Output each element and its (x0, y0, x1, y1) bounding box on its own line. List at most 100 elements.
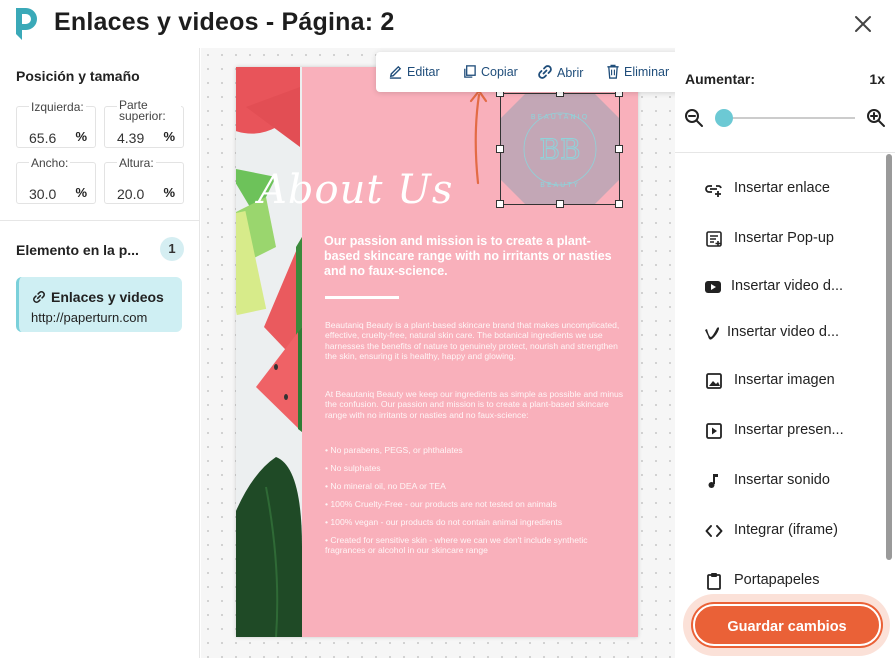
element-toolbar: Editar Copiar Abrir Eliminar (376, 52, 681, 92)
watermelon-image (236, 67, 302, 637)
percent-unit: % (75, 129, 87, 144)
element-url: http://paperturn.com (31, 310, 148, 325)
open-label: Abrir (557, 66, 584, 80)
divider (0, 220, 200, 221)
save-button-focus-ring: Guardar cambios (683, 594, 890, 656)
selected-link-element[interactable]: BEAUTANIQ BB BEAUTY (496, 89, 623, 208)
resize-handle[interactable] (615, 200, 623, 208)
edit-button[interactable]: Editar (388, 64, 440, 79)
properties-panel: Posición y tamaño Izquierda: 65.6 % Part… (0, 48, 200, 658)
heading-rule (325, 296, 399, 299)
resize-handle[interactable] (556, 200, 564, 208)
insert-image-item[interactable]: Insertar imagen (675, 361, 880, 401)
menu-label: Insertar sonido (734, 472, 830, 488)
image-icon (706, 373, 722, 389)
resize-handle[interactable] (496, 145, 504, 153)
zoom-label: Aumentar: (685, 71, 756, 87)
list-item: • No sulphates (325, 463, 381, 473)
open-button[interactable]: Abrir (537, 64, 583, 80)
list-item: • No parabens, PEGS, or phthalates (325, 445, 463, 455)
insert-sound-item[interactable]: Insertar sonido (675, 461, 880, 501)
logo-monogram: BB (539, 133, 580, 166)
copy-label: Copiar (481, 65, 518, 79)
insert-link-item[interactable]: Insertar enlace (675, 169, 880, 209)
vimeo-icon (705, 327, 719, 340)
percent-unit: % (75, 185, 87, 200)
save-changes-button[interactable]: Guardar cambios (693, 604, 881, 646)
width-field[interactable]: Ancho: 30.0 % (16, 157, 96, 204)
insert-vimeo-video-item[interactable]: Insertar video d... (675, 313, 880, 353)
field-value[interactable]: 65.6 (29, 130, 56, 146)
logo-bottom-text: BEAUTY (540, 181, 580, 189)
brand-logo-badge: BEAUTANIQ BB BEAUTY (501, 94, 619, 204)
youtube-icon (705, 281, 721, 293)
music-note-icon (708, 474, 718, 488)
percent-unit: % (163, 185, 175, 200)
insert-link-icon (705, 185, 722, 197)
menu-label: Insertar video d... (731, 278, 844, 294)
about-heading: About Us (258, 167, 454, 213)
elements-on-page-title: Elemento en la p... (16, 242, 139, 258)
element-title: Enlaces y videos (32, 289, 164, 305)
field-value[interactable]: 20.0 (117, 186, 144, 202)
dialog-title: Enlaces y videos - Página: 2 (54, 8, 395, 36)
list-item: • 100% Cruelty-Free - our products are n… (325, 499, 557, 509)
zoom-in-icon[interactable] (866, 108, 886, 128)
menu-label: Insertar presen... (734, 422, 844, 438)
about-paragraph-2: At Beautaniq Beauty we keep our ingredie… (325, 389, 624, 420)
zoom-out-icon[interactable] (684, 108, 704, 128)
document-page[interactable]: About Us Our passion and mission is to c… (236, 67, 638, 637)
embed-iframe-item[interactable]: Integrar (iframe) (675, 511, 880, 551)
menu-label: Insertar enlace (734, 180, 830, 196)
list-item: • Created for sensitive skin - where we … (325, 535, 588, 556)
percent-unit: % (163, 129, 175, 144)
list-item: • 100% vegan - our products do not conta… (325, 517, 563, 527)
height-field[interactable]: Altura: 20.0 % (104, 157, 184, 204)
insert-youtube-video-item[interactable]: Insertar video d... (675, 267, 880, 307)
field-label: Altura: (117, 156, 156, 170)
zoom-slider-track[interactable] (725, 117, 855, 119)
trash-icon (607, 64, 619, 79)
mission-statement: Our passion and mission is to create a p… (324, 234, 612, 278)
menu-label: Insertar imagen (734, 372, 835, 388)
resize-handle[interactable] (615, 145, 623, 153)
divider (675, 152, 895, 153)
field-label: Izquierda: (29, 100, 86, 114)
left-position-field[interactable]: Izquierda: 65.6 % (16, 101, 96, 148)
popup-icon (706, 231, 722, 247)
editor-canvas[interactable]: About Us Our passion and mission is to c… (201, 48, 675, 658)
copy-button[interactable]: Copiar (462, 64, 518, 79)
resize-handle[interactable] (496, 200, 504, 208)
element-list-item[interactable]: Enlaces y videos http://paperturn.com (16, 277, 182, 332)
insert-slideshow-item[interactable]: Insertar presen... (675, 411, 880, 451)
logo-top-text: BEAUTANIQ (531, 113, 589, 121)
menu-label: Portapapeles (734, 572, 820, 588)
insert-panel-scrollbar[interactable] (886, 154, 892, 560)
elements-count-badge: 1 (160, 237, 184, 261)
pointer-arrow-annotation (469, 89, 488, 185)
dialog-header: Enlaces y videos - Página: 2 (0, 0, 895, 48)
pencil-icon (389, 65, 402, 79)
field-value[interactable]: 30.0 (29, 186, 56, 202)
copy-icon (464, 65, 476, 78)
edit-label: Editar (407, 65, 440, 79)
element-title-text: Enlaces y videos (51, 289, 164, 305)
link-icon (33, 291, 45, 303)
paperturn-logo-icon (16, 8, 37, 40)
field-label: Ancho: (29, 156, 71, 170)
menu-label: Insertar Pop-up (734, 230, 834, 246)
zoom-slider-handle[interactable] (715, 109, 733, 127)
menu-label: Insertar video d... (727, 324, 840, 340)
insert-popup-item[interactable]: Insertar Pop-up (675, 219, 880, 259)
menu-label: Integrar (iframe) (734, 522, 838, 538)
link-icon (538, 65, 552, 79)
watermelon-photo (236, 67, 302, 637)
field-value[interactable]: 4.39 (117, 130, 144, 146)
code-icon (705, 525, 723, 537)
list-item: • No mineral oil, no DEA or TEA (325, 481, 446, 491)
delete-button[interactable]: Eliminar (606, 64, 669, 79)
top-position-field[interactable]: Parte superior: 4.39 % (104, 99, 184, 148)
zoom-value: 1x (869, 71, 885, 87)
close-icon[interactable] (853, 14, 873, 34)
slideshow-icon (706, 423, 722, 439)
